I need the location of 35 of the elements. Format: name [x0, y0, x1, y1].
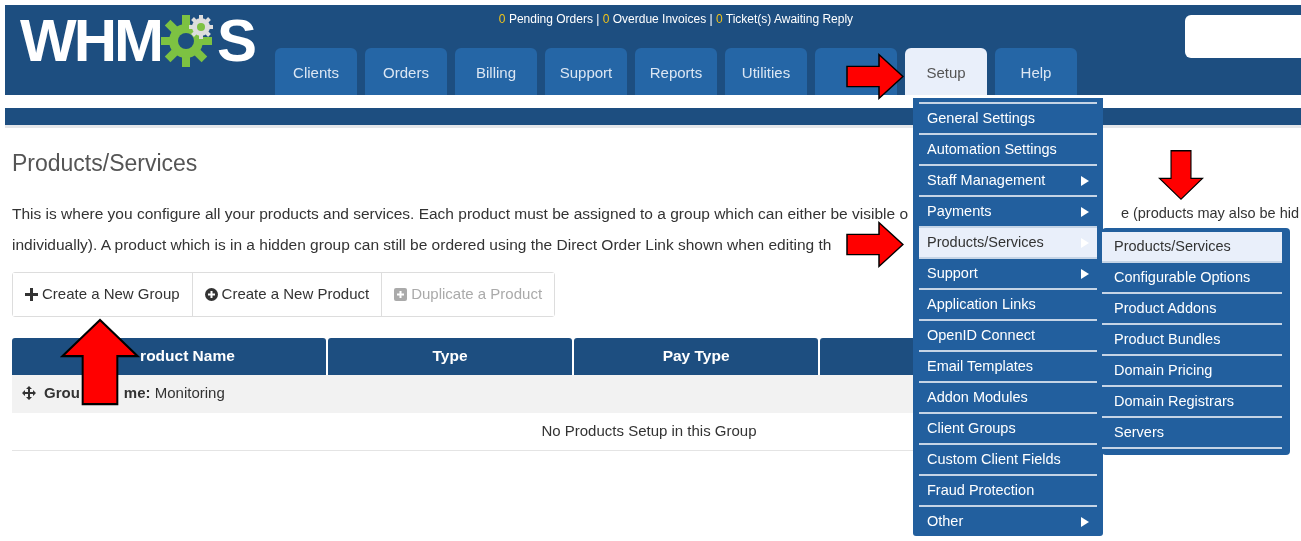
page-title: Products/Services	[12, 150, 198, 178]
move-icon	[22, 386, 36, 401]
description-text: individually). A product which is in a hidden group can still be ordered using the Direct Order Link shown when editing th	[12, 235, 832, 253]
group-label-text: Grou	[44, 384, 80, 402]
notice-link[interactable]: 0 Ticket(s) Awaiting Reply	[715, 12, 854, 26]
plus-circle-icon	[204, 287, 218, 301]
separator: |	[595, 12, 601, 26]
menu-item[interactable]: Products/Services	[1102, 232, 1282, 263]
nav-tab[interactable]: Orders	[365, 48, 447, 95]
notice-link[interactable]: 0 Pending Orders	[498, 12, 593, 26]
pointer-arrow-icon	[1158, 149, 1204, 201]
pointer-arrow-icon	[845, 221, 905, 268]
logo-text: S	[216, 11, 254, 71]
nav-tab[interactable]: Support	[545, 48, 627, 95]
separator: |	[708, 12, 714, 26]
description-text: e (products may also be hid	[1120, 203, 1299, 223]
pointer-arrow-icon	[845, 53, 905, 100]
group-name-text: me: Monitoring	[123, 384, 225, 402]
nav-tab[interactable]: Utilities	[725, 48, 807, 95]
logo-text: WHM	[20, 11, 161, 71]
action-button[interactable]: Create a New Group	[13, 272, 193, 316]
plus-icon	[25, 287, 38, 301]
nav-tab[interactable]: Billing	[455, 48, 537, 95]
nav-tab[interactable]: Help	[995, 48, 1077, 95]
menu-item[interactable]: Products/Services	[919, 226, 1097, 257]
column-header: Pay Type	[574, 337, 819, 375]
column-header: Type	[327, 337, 573, 375]
nav-tab[interactable]: Setup	[905, 48, 987, 95]
plus-square-icon	[394, 287, 408, 301]
nav-tab[interactable]: Clients	[275, 48, 357, 95]
nav-tab[interactable]: Reports	[635, 48, 717, 95]
notice-link[interactable]: 0 Overdue Invoices	[602, 12, 707, 26]
description-text: This is where you configure all your products and services. Each product must be assigned to a group which can either be visible o	[12, 203, 909, 224]
empty-message: No Products Setup in this Group	[541, 421, 757, 439]
search-field[interactable]	[1185, 15, 1301, 58]
